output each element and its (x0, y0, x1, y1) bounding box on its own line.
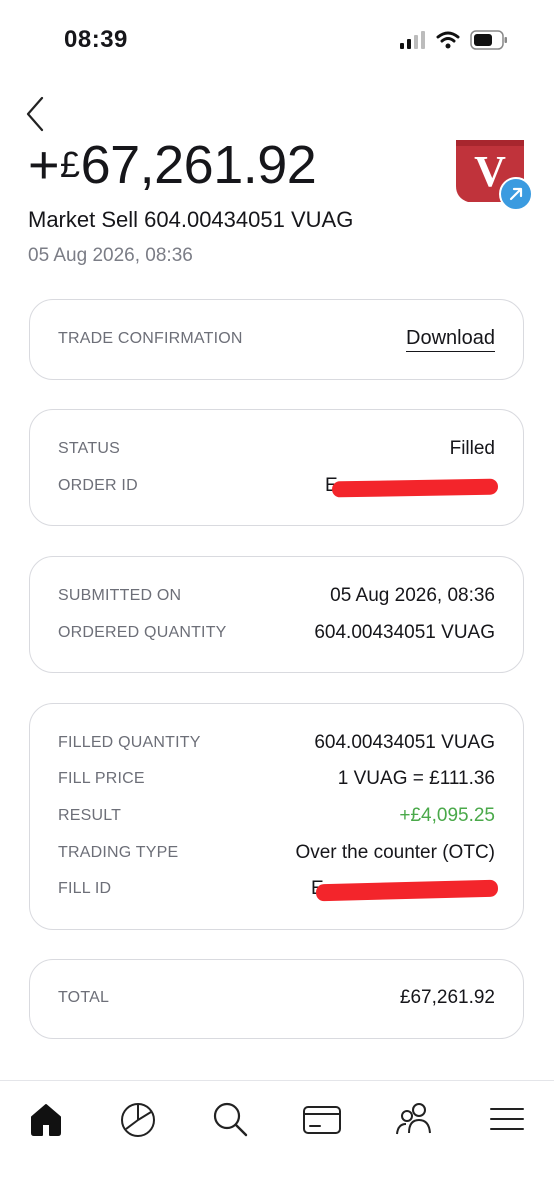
external-link-badge-icon[interactable] (499, 177, 533, 211)
card-icon[interactable] (302, 1099, 342, 1139)
fill-price-value: 1 VUAG = £111.36 (337, 768, 495, 789)
trade-amount: +£67,261.92 (28, 130, 317, 200)
status-row: STATUS Filled (58, 436, 495, 462)
ordered-quantity-row: ORDERED QUANTITY 604.00434051 VUAG (58, 620, 495, 646)
filled-quantity-label: FILLED QUANTITY (58, 734, 201, 751)
home-icon[interactable] (26, 1099, 66, 1139)
order-status-card: STATUS Filled ORDER ID E (29, 409, 524, 526)
fill-price-label: FILL PRICE (58, 770, 145, 787)
back-chevron-icon[interactable] (22, 94, 52, 134)
amount-sign: + (28, 135, 60, 195)
submitted-on-value: 05 Aug 2026, 08:36 (330, 585, 495, 606)
fill-details-card: FILLED QUANTITY 604.00434051 VUAG FILL P… (29, 703, 524, 930)
submission-card: SUBMITTED ON 05 Aug 2026, 08:36 ORDERED … (29, 556, 524, 673)
wifi-icon (436, 31, 460, 49)
community-icon[interactable] (394, 1099, 434, 1139)
menu-icon[interactable] (487, 1099, 527, 1139)
trading-type-row: TRADING TYPE Over the counter (OTC) (58, 840, 495, 866)
submitted-on-label: SUBMITTED ON (58, 587, 182, 604)
status-icons (400, 30, 508, 50)
filled-quantity-value: 604.00434051 VUAG (314, 732, 495, 753)
trade-confirmation-row: TRADE CONFIRMATION Download (58, 326, 495, 352)
order-id-redaction (331, 478, 499, 498)
order-id-label: ORDER ID (58, 477, 138, 494)
total-label: TOTAL (58, 989, 110, 1006)
trade-confirmation-label: TRADE CONFIRMATION (58, 330, 243, 347)
total-value: £67,261.92 (399, 987, 495, 1008)
status-label: STATUS (58, 440, 120, 457)
battery-icon (470, 30, 507, 50)
trading-type-label: TRADING TYPE (58, 844, 179, 861)
ordered-quantity-label: ORDERED QUANTITY (58, 624, 227, 641)
amount-value: 67,261.92 (80, 135, 317, 195)
portfolio-pie-icon[interactable] (118, 1099, 158, 1139)
trading-type-value: Over the counter (OTC) (295, 842, 495, 863)
filled-quantity-row: FILLED QUANTITY 604.00434051 VUAG (58, 730, 495, 756)
result-row: RESULT +£4,095.25 (58, 803, 495, 829)
signal-icon (400, 31, 425, 49)
ordered-quantity-value: 604.00434051 VUAG (314, 622, 495, 643)
download-link[interactable]: Download (406, 327, 495, 352)
search-icon[interactable] (210, 1099, 250, 1139)
trade-datetime: 05 Aug 2026, 08:36 (28, 245, 193, 266)
total-row: TOTAL £67,261.92 (58, 985, 495, 1011)
status-value: Filled (449, 438, 495, 459)
trade-confirmation-card: TRADE CONFIRMATION Download (29, 299, 524, 380)
submitted-on-row: SUBMITTED ON 05 Aug 2026, 08:36 (58, 583, 495, 609)
total-card: TOTAL £67,261.92 (29, 959, 524, 1039)
fill-price-row: FILL PRICE 1 VUAG = £111.36 (58, 766, 495, 792)
amount-currency: £ (60, 144, 80, 185)
vanguard-logo: V (454, 140, 533, 214)
result-value: +£4,095.25 (399, 805, 495, 826)
status-bar: 08:39 (0, 0, 554, 84)
status-time: 08:39 (64, 26, 128, 53)
bottom-nav (0, 1080, 554, 1201)
trade-subtitle: Market Sell 604.00434051 VUAG (28, 207, 354, 232)
result-label: RESULT (58, 807, 122, 824)
fill-id-label: FILL ID (58, 880, 112, 897)
